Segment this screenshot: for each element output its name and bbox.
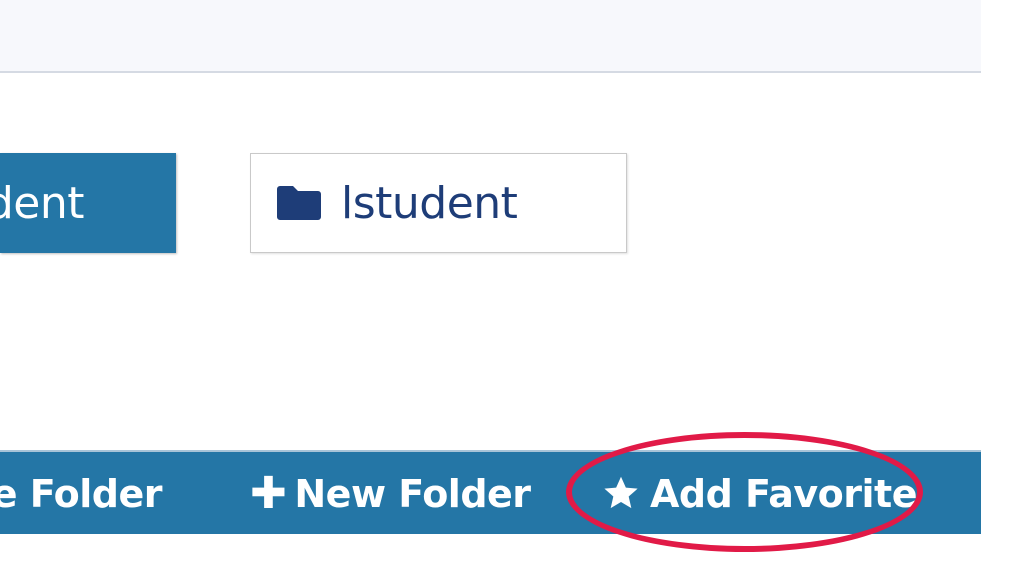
folder-tile-lstudent[interactable]: lstudent bbox=[250, 153, 627, 253]
rename-folder-label: Rename Folder bbox=[0, 472, 163, 516]
folder-icon bbox=[277, 186, 321, 220]
star-icon bbox=[604, 476, 638, 509]
folder-action-bar: Rename Folder ✚ New Folder Add Favorite bbox=[0, 450, 981, 534]
rename-folder-button[interactable]: Rename Folder bbox=[0, 452, 200, 536]
new-folder-label: New Folder bbox=[294, 472, 531, 516]
folder-tile-label: lstudent bbox=[341, 177, 518, 229]
top-bar bbox=[0, 0, 981, 73]
new-folder-button[interactable]: ✚ New Folder bbox=[250, 452, 531, 536]
folder-tile-label: dent bbox=[0, 177, 85, 229]
plus-icon: ✚ bbox=[250, 468, 287, 519]
folder-tile-selected[interactable]: dent bbox=[0, 153, 176, 253]
add-favorite-button[interactable]: Add Favorite bbox=[602, 452, 918, 536]
add-favorite-label: Add Favorite bbox=[650, 472, 918, 516]
